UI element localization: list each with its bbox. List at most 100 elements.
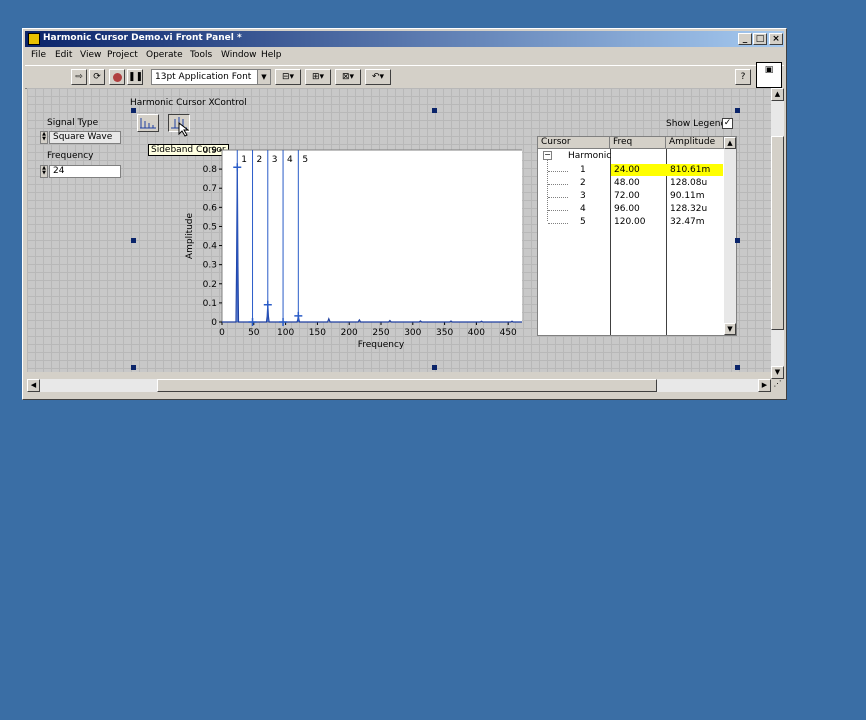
menu-file[interactable]: File xyxy=(31,50,46,60)
window-title: Harmonic Cursor Demo.vi Front Panel * xyxy=(43,33,242,43)
menu-help[interactable]: Help xyxy=(261,50,282,60)
tree-row-freq[interactable]: 48.00 xyxy=(614,178,640,188)
harmonic-cursor-button[interactable] xyxy=(137,114,159,132)
close-button[interactable]: × xyxy=(769,33,783,45)
tree-scroll-up-icon[interactable]: ▲ xyxy=(724,137,736,149)
pause-icon[interactable]: ❚❚ xyxy=(127,69,143,85)
reorder-icon[interactable]: ↶▾ xyxy=(365,69,391,85)
x-tick-label: 450 xyxy=(500,328,517,338)
scroll-up-icon[interactable]: ▲ xyxy=(771,88,784,101)
title-bar[interactable]: Harmonic Cursor Demo.vi Front Panel * _ … xyxy=(25,31,784,47)
minimize-button[interactable]: _ xyxy=(738,33,752,45)
y-tick-label: 0.2 xyxy=(203,280,217,290)
selection-handle[interactable] xyxy=(735,108,740,113)
menu-window[interactable]: Window xyxy=(221,50,257,60)
tree-scroll-down-icon[interactable]: ▼ xyxy=(724,323,736,335)
cursor-label: 3 xyxy=(272,155,278,165)
menu-project[interactable]: Project xyxy=(107,50,138,60)
tree-row-freq[interactable]: 72.00 xyxy=(614,191,640,201)
menu-tools[interactable]: Tools xyxy=(190,50,212,60)
x-tick-label: 350 xyxy=(436,328,453,338)
horizontal-scrollbar[interactable]: ◀ ▶ xyxy=(27,379,771,392)
frequency-input[interactable]: 24 xyxy=(49,165,121,178)
y-tick-label: 0 xyxy=(211,318,217,328)
show-legend-checkbox[interactable]: ✓ xyxy=(722,118,733,129)
tree-branch-line xyxy=(547,159,549,221)
signal-type-ring-arrows[interactable]: ▲ ▼ xyxy=(40,131,48,144)
tree-row-freq[interactable]: 96.00 xyxy=(614,204,640,214)
y-tick-label: 0.6 xyxy=(203,203,218,213)
menu-operate[interactable]: Operate xyxy=(146,50,183,60)
front-panel-window: Harmonic Cursor Demo.vi Front Panel * _ … xyxy=(22,28,787,400)
font-selector-value: 13pt Application Font xyxy=(155,72,252,82)
distribute-objects-icon[interactable]: ⊞▾ xyxy=(305,69,331,85)
resize-objects-icon[interactable]: ⊠▾ xyxy=(335,69,361,85)
vertical-scrollbar[interactable]: ▲ ▼ xyxy=(771,88,784,379)
selection-handle[interactable] xyxy=(735,238,740,243)
run-arrow-icon[interactable]: ⇨ xyxy=(71,69,87,85)
scroll-down-icon[interactable]: ▼ xyxy=(771,366,784,379)
tree-group-harmonic[interactable]: Harmonic xyxy=(568,151,611,161)
tree-scrollbar[interactable] xyxy=(724,149,736,323)
tree-header-amplitude[interactable]: Amplitude xyxy=(666,137,724,149)
vi-connector-icon[interactable]: ▣ xyxy=(756,62,782,88)
signal-type-ring[interactable]: Square Wave xyxy=(49,131,121,144)
tree-row-amplitude[interactable]: 810.61m xyxy=(670,165,710,175)
y-tick-label: 0.5 xyxy=(203,222,217,232)
scroll-left-icon[interactable]: ◀ xyxy=(27,379,40,392)
selection-handle[interactable] xyxy=(735,365,740,370)
menu-bar: File Edit View Project Operate Tools Win… xyxy=(25,48,784,64)
selection-handle[interactable] xyxy=(131,108,136,113)
tree-row-cursor[interactable]: 2 xyxy=(580,178,586,188)
tree-row-cursor[interactable]: 3 xyxy=(580,191,586,201)
tree-row-cursor[interactable]: 4 xyxy=(580,204,586,214)
tree-row-amplitude[interactable]: 90.11m xyxy=(670,191,705,201)
harmonic-cursor-icon xyxy=(140,118,156,129)
x-tick-label: 50 xyxy=(248,328,260,338)
tree-branch-line xyxy=(548,197,568,198)
cursor-label: 2 xyxy=(257,155,263,165)
tree-header-freq[interactable]: Freq xyxy=(610,137,666,149)
selection-handle[interactable] xyxy=(131,238,136,243)
vertical-scroll-thumb[interactable] xyxy=(771,136,784,330)
frequency-chart[interactable]: 0 0.1 0.2 0.3 0.4 0.5 0.6 0.7 0.8 0.9 0 50 100 150 200… xyxy=(162,136,522,366)
font-selector[interactable]: 13pt Application Font ▼ xyxy=(151,69,271,85)
tree-row-amplitude[interactable]: 128.08u xyxy=(670,178,707,188)
menu-edit[interactable]: Edit xyxy=(55,50,72,60)
align-objects-icon[interactable]: ⊟▾ xyxy=(275,69,301,85)
abort-icon[interactable] xyxy=(109,69,125,85)
run-continuously-icon[interactable]: ⟳ xyxy=(89,69,105,85)
x-tick-label: 250 xyxy=(372,328,389,338)
tree-row-amplitude[interactable]: 32.47m xyxy=(670,217,705,227)
mouse-cursor-icon xyxy=(178,121,190,137)
x-tick-label: 300 xyxy=(404,328,421,338)
scroll-right-icon[interactable]: ▶ xyxy=(758,379,771,392)
tree-branch-line xyxy=(548,223,568,224)
tree-row-freq[interactable]: 24.00 xyxy=(614,165,640,175)
x-tick-label: 200 xyxy=(341,328,358,338)
xcontrol-label: Harmonic Cursor XControl xyxy=(130,98,247,108)
tree-row-freq[interactable]: 120.00 xyxy=(614,217,646,227)
cursor-label: 1 xyxy=(241,155,247,165)
y-tick-label: 0.1 xyxy=(203,299,217,309)
menu-view[interactable]: View xyxy=(80,50,101,60)
selection-handle[interactable] xyxy=(131,365,136,370)
front-panel-canvas: Signal Type ▲ ▼ Square Wave Frequency ▲ ▼ … xyxy=(27,88,771,372)
show-legend-label: Show Legend xyxy=(666,119,727,129)
tree-row-amplitude[interactable]: 128.32u xyxy=(670,204,707,214)
tree-row-cursor[interactable]: 5 xyxy=(580,217,586,227)
context-help-icon[interactable]: ? xyxy=(735,69,751,85)
cursor-label: 4 xyxy=(287,155,293,165)
resize-grip-icon[interactable]: ⋰ xyxy=(771,379,784,392)
maximize-button[interactable]: □ xyxy=(753,33,767,45)
frequency-increment-arrows[interactable]: ▲ ▼ xyxy=(40,165,48,178)
y-tick-label: 0.3 xyxy=(203,261,217,271)
tree-row-cursor[interactable]: 1 xyxy=(580,165,586,175)
selection-handle[interactable] xyxy=(432,365,437,370)
x-tick-label: 150 xyxy=(309,328,326,338)
cursor-tree[interactable]: Cursor Freq Amplitude ▲ ▼ − Harmonic 1 24… xyxy=(537,136,737,336)
tree-column-divider xyxy=(666,149,667,335)
horizontal-scroll-thumb[interactable] xyxy=(157,379,657,392)
tree-header-cursor[interactable]: Cursor xyxy=(538,137,610,149)
selection-handle[interactable] xyxy=(432,108,437,113)
